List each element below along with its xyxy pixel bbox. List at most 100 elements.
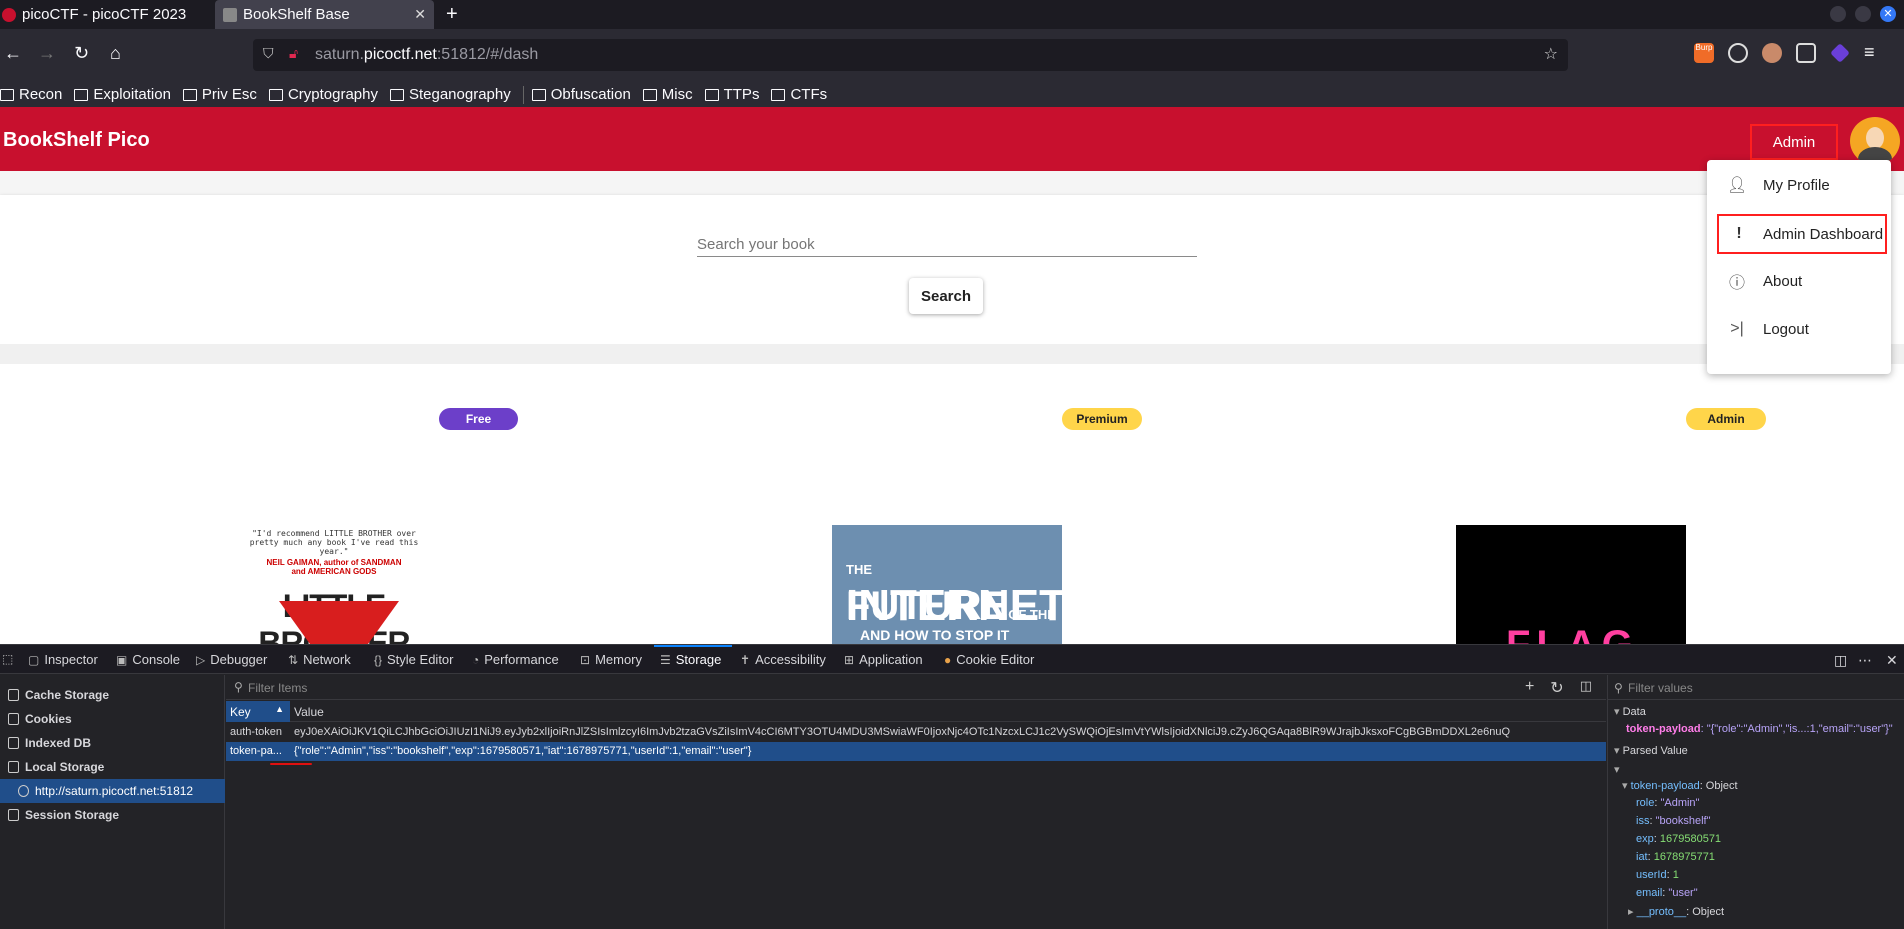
search-button[interactable]: Search: [909, 278, 983, 314]
bookmark-ttps[interactable]: TTPs: [705, 86, 760, 103]
parsed-field[interactable]: exp: 1679580571: [1636, 833, 1721, 845]
section-parsed-value[interactable]: Parsed Value: [1608, 741, 1904, 759]
field-key: role: [1636, 797, 1655, 809]
tab-bookshelf[interactable]: BookShelf Base ✕: [215, 0, 434, 29]
url-path: :51812/#/dash: [436, 46, 539, 63]
user-agent-extension-icon[interactable]: [1762, 43, 1782, 63]
expand-arrow-icon[interactable]: ▾: [1614, 763, 1620, 776]
brand-title[interactable]: BookShelf Pico: [3, 129, 150, 152]
close-tab-icon[interactable]: ✕: [414, 6, 426, 23]
tab-cookie-editor[interactable]: ● Cookie Editor: [944, 652, 1034, 667]
row-key: token-pa...: [230, 745, 282, 757]
url-host-main: picoctf.net: [363, 46, 437, 63]
navigation-toolbar: ← → ↻ ⌂ ⛉ 🔓︎ saturn.picoctf.net:51812/#/…: [0, 29, 1904, 82]
tab-label: Accessibility: [755, 652, 826, 667]
refresh-icon[interactable]: ↻: [1550, 678, 1563, 698]
section-data[interactable]: Data: [1608, 702, 1904, 720]
column-header-value[interactable]: Value: [294, 705, 324, 719]
forward-icon[interactable]: →: [38, 43, 56, 64]
back-icon[interactable]: ←: [4, 43, 22, 64]
row-value: {"role":"Admin","iss":"bookshelf","exp":…: [294, 745, 752, 757]
parsed-field[interactable]: userId: 1: [1636, 869, 1679, 881]
admin-button[interactable]: Admin: [1750, 124, 1838, 160]
tab-debugger[interactable]: ▷ Debugger: [196, 652, 267, 667]
tab-picoctf[interactable]: picoCTF - picoCTF 2023: [0, 0, 215, 29]
menu-item-logout[interactable]: >| Logout: [1707, 309, 1891, 349]
page-content: BookShelf Pico Admin Search "I'd recomme…: [0, 107, 1904, 644]
parsed-field[interactable]: email: "user": [1636, 887, 1698, 899]
element-picker-icon[interactable]: ⬚: [2, 652, 18, 666]
more-options-icon[interactable]: ⋯: [1858, 652, 1872, 669]
bookmark-priv-esc[interactable]: Priv Esc: [183, 86, 257, 103]
book-cover-little-brother[interactable]: "I'd recommend LITTLE BROTHER over prett…: [219, 515, 449, 644]
parsed-root[interactable]: ▾ token-payload: Object: [1622, 779, 1738, 792]
sidebar-item-local-storage[interactable]: Local Storage: [0, 755, 225, 779]
avatar[interactable]: [1850, 117, 1900, 165]
close-devtools-icon[interactable]: ✕: [1886, 652, 1898, 669]
sidebar-item-origin[interactable]: http://saturn.picoctf.net:51812: [0, 779, 225, 803]
book-cover-future-of-internet[interactable]: THE FUTUREOF THE INTERNET AND HOW TO STO…: [832, 525, 1062, 644]
bookmark-ctfs[interactable]: CTFs: [771, 86, 827, 103]
toggle-sidebar-icon[interactable]: ◫: [1580, 678, 1592, 698]
menu-icon[interactable]: ≡: [1864, 43, 1884, 63]
insecure-lock-icon[interactable]: 🔓︎: [289, 45, 298, 62]
minimize-icon[interactable]: [1830, 6, 1846, 22]
bookmark-obfuscation[interactable]: Obfuscation: [532, 86, 631, 103]
book-cover-flag[interactable]: FLAG: [1456, 525, 1686, 644]
bookmark-cryptography[interactable]: Cryptography: [269, 86, 378, 103]
table-row[interactable]: auth-token eyJ0eXAiOiJKV1QiLCJhbGciOiJIU…: [226, 723, 1606, 742]
new-tab-icon[interactable]: +: [446, 3, 458, 26]
field-value: "Admin": [1660, 797, 1700, 809]
column-header-key[interactable]: Key ▲: [226, 701, 290, 722]
tab-performance[interactable]: ◔ Performance: [472, 652, 559, 667]
tab-storage[interactable]: ☰ Storage: [660, 652, 721, 667]
filter-items-input[interactable]: Filter Items: [248, 681, 307, 695]
sidebar-item-indexed-db[interactable]: Indexed DB: [0, 731, 225, 755]
tab-label: Debugger: [210, 652, 268, 667]
filter-values-input[interactable]: Filter values: [1628, 681, 1693, 695]
chip-icon: ⊡: [580, 652, 591, 667]
background-band: [0, 171, 1904, 195]
sidebar-item-session-storage[interactable]: Session Storage: [0, 803, 225, 827]
tab-application[interactable]: ⊞ Application: [844, 652, 923, 667]
bookmark-misc[interactable]: Misc: [643, 86, 693, 103]
tab-accessibility[interactable]: ✝ Accessibility: [740, 652, 826, 667]
parsed-field[interactable]: iat: 1678975771: [1636, 851, 1715, 863]
bookmark-steganography[interactable]: Steganography: [390, 86, 511, 103]
menu-item-my-profile[interactable]: 👤︎ My Profile: [1707, 165, 1891, 205]
parsed-field[interactable]: role: "Admin": [1636, 797, 1699, 809]
burp-extension-icon[interactable]: Burp: [1694, 43, 1714, 63]
home-icon[interactable]: ⌂: [110, 43, 121, 64]
tab-memory[interactable]: ⊡ Memory: [580, 652, 642, 667]
parsed-field[interactable]: iss: "bookshelf": [1636, 815, 1710, 827]
url-text[interactable]: saturn.picoctf.net:51812/#/dash: [315, 46, 538, 64]
parsed-proto[interactable]: ▸ __proto__: Object: [1628, 905, 1724, 918]
menu-item-about[interactable]: ⓘ About: [1707, 261, 1891, 301]
shield-icon[interactable]: ⛉: [263, 45, 274, 62]
add-item-icon[interactable]: +: [1525, 678, 1534, 698]
tab-console[interactable]: ▣ Console: [116, 652, 180, 667]
storage-icon: [8, 809, 19, 821]
wappalyzer-extension-icon[interactable]: [1830, 43, 1850, 63]
menu-item-admin-dashboard[interactable]: ! Admin Dashboard: [1717, 214, 1887, 254]
data-entry[interactable]: token-payload: "{"role":"Admin","is...:1…: [1626, 723, 1893, 735]
close-window-icon[interactable]: ✕: [1880, 6, 1896, 22]
sidebar-item-cookies[interactable]: Cookies: [0, 707, 225, 731]
storage-icon: [8, 761, 19, 773]
url-bar[interactable]: ⛉ 🔓︎ saturn.picoctf.net:51812/#/dash ☆: [253, 39, 1568, 71]
table-row-selected[interactable]: token-pa... {"role":"Admin","iss":"books…: [226, 742, 1606, 761]
dock-icon[interactable]: ◫: [1834, 652, 1847, 669]
search-input[interactable]: [697, 233, 1197, 257]
maximize-icon[interactable]: [1855, 6, 1871, 22]
bookmark-exploitation[interactable]: Exploitation: [74, 86, 171, 103]
cookie-extension-icon[interactable]: [1728, 43, 1748, 63]
tab-style-editor[interactable]: {} Style Editor: [374, 652, 454, 667]
tab-network[interactable]: ⇅ Network: [288, 652, 351, 667]
reload-icon[interactable]: ↻: [74, 43, 89, 64]
bookmark-star-icon[interactable]: ☆: [1544, 44, 1558, 64]
sidebar-item-cache-storage[interactable]: Cache Storage: [0, 683, 225, 707]
cover-title-line3: AND HOW TO STOP IT: [860, 627, 1010, 643]
clipboard-extension-icon[interactable]: [1796, 43, 1816, 63]
tab-inspector[interactable]: ▢ Inspector: [28, 652, 98, 667]
bookmark-recon[interactable]: Recon: [0, 86, 62, 103]
